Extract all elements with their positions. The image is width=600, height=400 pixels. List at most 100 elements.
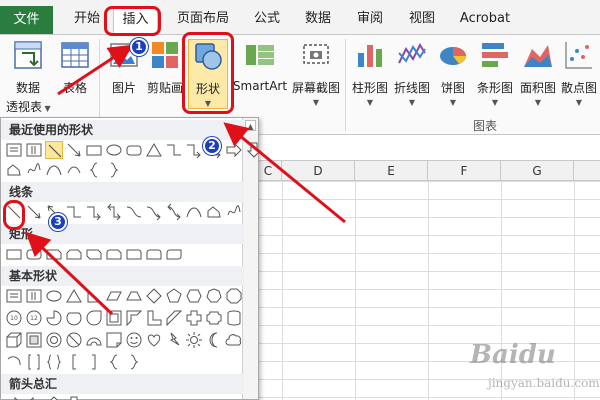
rectangle-shape[interactable] [5, 245, 23, 263]
arrow-right-shape[interactable] [5, 395, 23, 400]
smiley-face-shape[interactable] [125, 331, 143, 349]
diagonal-stripe-shape[interactable] [165, 309, 183, 327]
vertical-textbox-shape[interactable] [25, 141, 43, 159]
elbow-connector-shape[interactable] [65, 203, 83, 221]
formula-bar[interactable] [255, 135, 600, 161]
round-two-corner-rectangle-shape[interactable] [145, 245, 163, 263]
no-symbol-shape[interactable] [65, 331, 83, 349]
snip-corner-rectangle-shape[interactable] [45, 245, 63, 263]
column-header[interactable]: G [501, 161, 574, 181]
parallelogram-shape[interactable] [105, 287, 123, 305]
arrow-left-shape[interactable] [25, 395, 43, 400]
trapezoid-shape[interactable] [125, 287, 143, 305]
tab-view[interactable]: 视图 [404, 8, 440, 32]
sun-shape[interactable] [185, 331, 203, 349]
right-brace-shape[interactable] [105, 161, 123, 179]
cube-shape[interactable] [5, 331, 23, 349]
curve-shape[interactable] [45, 161, 63, 179]
dodecagon-shape[interactable]: 12 [25, 309, 43, 327]
left-bracket-shape[interactable] [65, 353, 83, 371]
table-button[interactable]: 表格 [56, 39, 94, 96]
oval-shape[interactable] [45, 287, 63, 305]
frame-shape[interactable] [105, 309, 123, 327]
arrow-right-shape[interactable] [225, 141, 243, 159]
round-diagonal-rectangle-shape[interactable] [165, 245, 183, 263]
elbow-arrow-shape[interactable] [85, 203, 103, 221]
textbox-shape[interactable] [5, 287, 23, 305]
block-arc-shape[interactable] [85, 331, 103, 349]
oval-shape[interactable] [105, 141, 123, 159]
arc-shape[interactable] [5, 353, 23, 371]
octagon-shape[interactable] [225, 287, 243, 305]
curved-connector-shape[interactable] [125, 203, 143, 221]
chord-shape[interactable] [65, 309, 83, 327]
elbow-arrow-shape[interactable] [185, 141, 203, 159]
right-bracket-shape[interactable] [85, 353, 103, 371]
scribble-shape[interactable] [25, 161, 43, 179]
tab-home[interactable]: 开始 [67, 8, 107, 32]
teardrop-shape[interactable] [85, 309, 103, 327]
pie-chart-button[interactable]: 饼图 ▼ [434, 39, 472, 107]
scroll-up-icon[interactable]: ▲ [245, 120, 256, 131]
tab-file[interactable]: 文件 [0, 6, 53, 34]
rounded-rectangle-shape[interactable] [25, 245, 43, 263]
tab-review[interactable]: 审阅 [352, 8, 388, 32]
curved-arrow-shape[interactable] [145, 203, 163, 221]
cloud-shape[interactable] [225, 331, 243, 349]
pie-shape[interactable] [45, 309, 63, 327]
arrow-down-shape[interactable] [65, 395, 83, 400]
scatter-chart-button[interactable]: 散点图 ▼ [560, 39, 598, 107]
snip-round-rectangle-shape[interactable] [105, 245, 123, 263]
plaque-shape[interactable] [205, 309, 223, 327]
area-chart-button[interactable]: 面积图 ▼ [518, 39, 558, 107]
tab-page-layout[interactable]: 页面布局 [172, 8, 234, 32]
pivot-table-button[interactable]: 数据 透视表 ▼ [6, 39, 51, 115]
left-brace-shape[interactable] [105, 353, 123, 371]
elbow-connector-shape[interactable] [165, 141, 183, 159]
heart-shape[interactable] [145, 331, 163, 349]
bevel-shape[interactable] [25, 331, 43, 349]
lightning-bolt-shape[interactable] [165, 331, 183, 349]
column-header[interactable]: C [255, 161, 282, 181]
half-frame-shape[interactable] [125, 309, 143, 327]
arrow-line-shape[interactable] [65, 141, 83, 159]
screenshot-button[interactable]: 屏幕截图 ▼ [290, 39, 342, 107]
cross-shape[interactable] [185, 309, 203, 327]
textbox-shape[interactable] [5, 141, 23, 159]
round-single-corner-rectangle-shape[interactable] [125, 245, 143, 263]
folded-corner-shape[interactable] [105, 331, 123, 349]
right-triangle-shape[interactable] [85, 287, 103, 305]
vertical-textbox-shape[interactable] [25, 287, 43, 305]
clipart-button[interactable]: 剪贴画 [146, 39, 184, 96]
elbow-double-arrow-shape[interactable] [105, 203, 123, 221]
double-bracket-shape[interactable] [25, 353, 43, 371]
l-shape[interactable] [145, 309, 163, 327]
donut-shape[interactable] [45, 331, 63, 349]
left-brace-shape[interactable] [85, 161, 103, 179]
tab-acrobat[interactable]: Acrobat [455, 8, 515, 32]
decagon-shape[interactable]: 10 [5, 309, 23, 327]
triangle-shape[interactable] [145, 141, 163, 159]
column-header[interactable]: E [355, 161, 428, 181]
rounded-rectangle-shape[interactable] [125, 141, 143, 159]
arrow-up-shape[interactable] [45, 395, 63, 400]
tab-formulas[interactable]: 公式 [249, 8, 285, 32]
scribble-shape[interactable] [225, 203, 243, 221]
can-shape[interactable] [225, 309, 243, 327]
snip-two-corner-rectangle-shape[interactable] [65, 245, 83, 263]
bar-chart-button[interactable]: 条形图 ▼ [474, 39, 516, 107]
gallery-scrollbar[interactable]: ▲ [242, 118, 258, 399]
column-header[interactable]: D [282, 161, 355, 181]
column-chart-button[interactable]: 柱形图 ▼ [350, 39, 390, 107]
curve-shape[interactable] [185, 203, 203, 221]
snip-diagonal-rectangle-shape[interactable] [85, 245, 103, 263]
rectangle-shape[interactable] [85, 141, 103, 159]
arrow-down-shape[interactable] [245, 141, 263, 159]
triangle-shape[interactable] [65, 287, 83, 305]
diamond-shape[interactable] [145, 287, 163, 305]
arc-shape[interactable] [65, 161, 83, 179]
curved-double-arrow-shape[interactable] [165, 203, 183, 221]
heptagon-shape[interactable] [205, 287, 223, 305]
right-brace-shape[interactable] [125, 353, 143, 371]
smartart-button[interactable]: SmartArt [232, 39, 288, 93]
